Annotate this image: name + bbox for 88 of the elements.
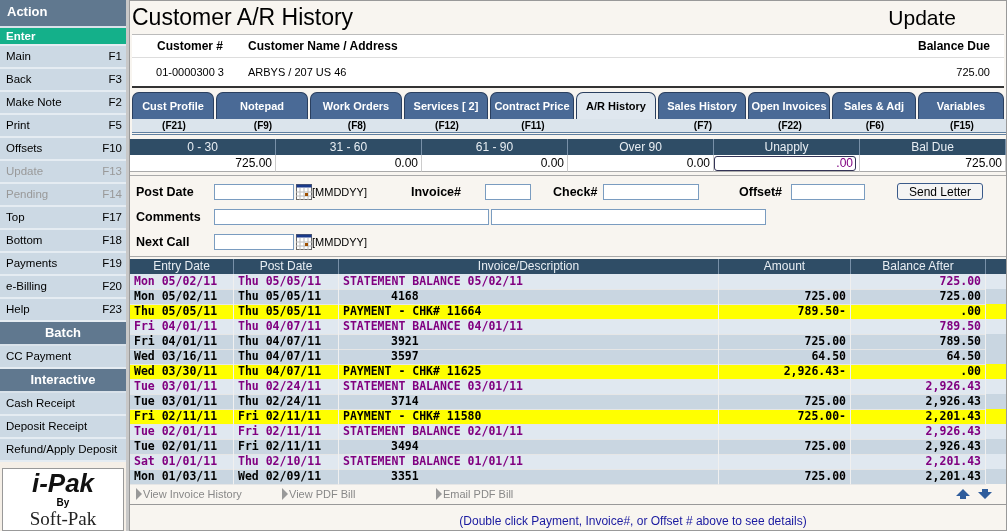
- logo-byline: By: [56, 497, 70, 508]
- sidebar-item[interactable]: Help F23: [0, 299, 126, 322]
- post-date-field[interactable]: [214, 183, 294, 200]
- tab[interactable]: Work Orders: [310, 92, 402, 119]
- sidebar-item[interactable]: Main F1: [0, 46, 126, 69]
- section-header: Action: [0, 0, 126, 28]
- column-header: Customer #: [156, 39, 224, 53]
- column-header: 61 - 90: [422, 139, 568, 155]
- sidebar-item[interactable]: Make Note F2: [0, 92, 126, 115]
- hint-text: (Double click Payment, Invoice#, or Offset # above to see details): [459, 514, 807, 528]
- section-header: Interactive: [0, 369, 126, 393]
- next-call-field[interactable]: [214, 233, 294, 250]
- field-label: Post Date: [136, 184, 195, 199]
- sidebar-item[interactable]: Print F5: [0, 115, 126, 138]
- calendar-icon[interactable]: [296, 233, 312, 250]
- offset-field[interactable]: [791, 183, 865, 200]
- customer-value: ARBYS / 207 US 46: [247, 66, 348, 78]
- shortcut-label: (F11): [521, 120, 545, 131]
- column-header: Balance Due: [916, 39, 991, 53]
- sidebar-item[interactable]: Back F3: [0, 69, 126, 92]
- tab[interactable]: Variables: [918, 92, 1004, 119]
- check-field[interactable]: [603, 183, 699, 200]
- field-label: Next Call: [136, 234, 191, 249]
- aging-value: 0.00: [686, 156, 710, 170]
- shortcut-label: (F9): [253, 120, 273, 131]
- shortcut-label: (F15): [950, 120, 974, 131]
- shortcut-label: (F7): [693, 120, 713, 131]
- sidebar-item[interactable]: Cash Receipt: [0, 393, 126, 416]
- invoice-field[interactable]: [485, 183, 531, 200]
- logo-maker: Soft-Pak: [29, 508, 97, 530]
- sidebar-item[interactable]: CC Payment: [0, 346, 126, 369]
- table-cell: Mon 01/03/11: [130, 469, 234, 485]
- shortcut-label: (F6): [865, 120, 885, 131]
- calendar-icon[interactable]: [296, 183, 312, 200]
- column-header: Unapply: [714, 139, 860, 155]
- logo-wordmark: i-Pak: [31, 469, 95, 497]
- sidebar-item[interactable]: Deposit Receipt: [0, 416, 126, 439]
- unapply-field[interactable]: .00: [714, 156, 856, 171]
- column-header: Over 90: [568, 139, 714, 155]
- tab[interactable]: Contract Price: [490, 92, 574, 119]
- field-label: Offset#: [739, 184, 784, 199]
- column-header: 0 - 30: [130, 139, 276, 155]
- tab[interactable]: Services [ 2]: [404, 92, 488, 119]
- shortcut-label: (F21): [162, 120, 186, 131]
- comments-field[interactable]: [491, 208, 766, 225]
- tab[interactable]: Sales History: [658, 92, 746, 119]
- table-cell: 725.00: [719, 469, 851, 485]
- sidebar-item[interactable]: Refund/Apply Deposit: [0, 439, 126, 462]
- tab[interactable]: Cust Profile: [132, 92, 214, 119]
- triangle-icon: [436, 488, 442, 500]
- table-cell: 2,201.43: [851, 469, 986, 485]
- tab[interactable]: Sales & Adj: [832, 92, 916, 119]
- comments-field[interactable]: [214, 208, 489, 225]
- triangle-icon: [282, 488, 288, 500]
- tab[interactable]: A/R History: [576, 92, 656, 119]
- tab[interactable]: Open Invoices: [748, 92, 830, 119]
- aging-value: 725.00: [965, 156, 1002, 170]
- shortcut-label: (F12): [435, 120, 459, 131]
- send-letter-button[interactable]: Send Letter: [897, 183, 983, 200]
- triangle-icon: [136, 488, 142, 500]
- mode-label: Update: [888, 5, 956, 30]
- table-cell: Wed 02/09/11: [234, 469, 339, 485]
- date-format-hint: [MMDDYY]: [312, 185, 367, 198]
- sidebar-item[interactable]: Payments F19: [0, 253, 126, 276]
- customer-value: 01-0000300 3: [155, 66, 225, 78]
- aging-value: 0.00: [394, 156, 418, 170]
- field-label: Check#: [553, 184, 599, 199]
- field-label: Comments: [136, 209, 202, 224]
- table-cell: 3351: [339, 469, 719, 485]
- tab[interactable]: Notepad: [216, 92, 308, 119]
- scroll-up-icon[interactable]: [956, 489, 970, 499]
- shortcut-label: (F22): [778, 120, 802, 131]
- date-format-hint: [MMDDYY]: [312, 235, 367, 248]
- scroll-down-icon[interactable]: [978, 489, 992, 499]
- customer-value: 725.00: [955, 66, 991, 78]
- column-header: Bal Due: [860, 139, 1006, 155]
- column-header: 31 - 60: [276, 139, 422, 155]
- sidebar-item[interactable]: e-Billing F20: [0, 276, 126, 299]
- field-label: Invoice#: [411, 184, 463, 199]
- column-header: Customer Name / Address: [247, 39, 399, 53]
- sidebar-item[interactable]: Top F17: [0, 207, 126, 230]
- sidebar-item[interactable]: Bottom F18: [0, 230, 126, 253]
- page-title: Customer A/R History: [132, 4, 354, 31]
- aging-value: 725.00: [235, 156, 272, 170]
- shortcut-label: (F8): [347, 120, 367, 131]
- sidebar-item[interactable]: Offsets F10: [0, 138, 126, 161]
- aging-value: 0.00: [540, 156, 564, 170]
- section-header: Batch: [0, 322, 126, 346]
